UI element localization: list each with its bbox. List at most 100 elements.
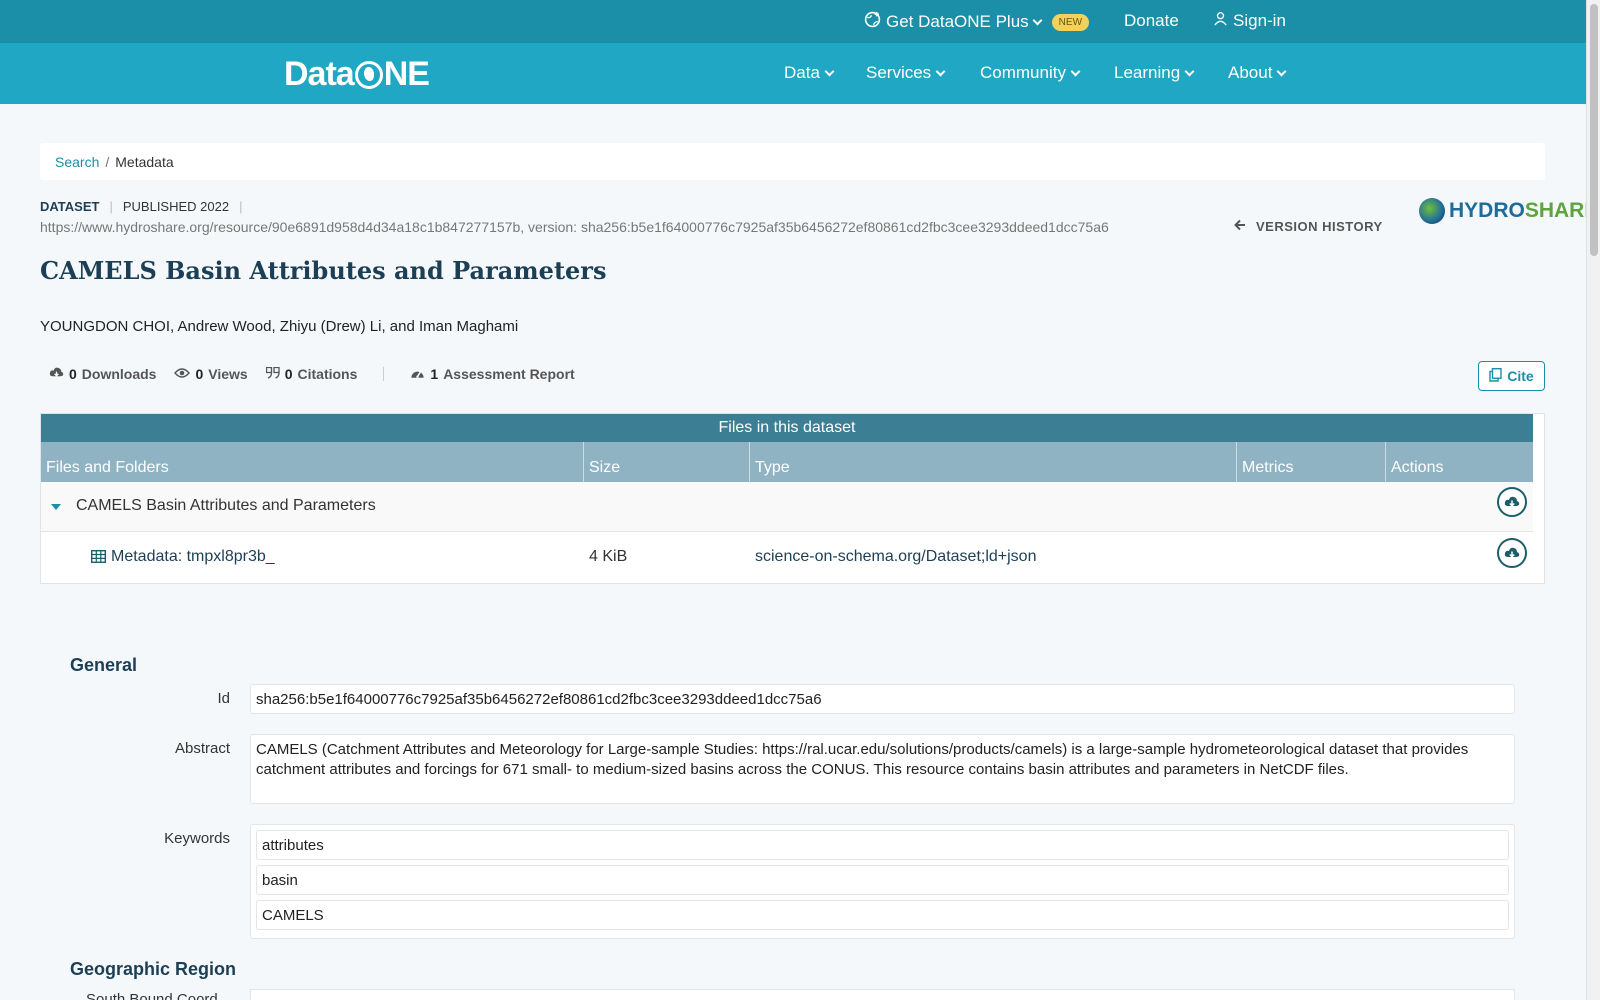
views-stat: 0 Views — [174, 366, 248, 382]
new-badge: NEW — [1051, 13, 1090, 31]
cloud-download-icon — [49, 366, 64, 382]
abstract-label: Abstract — [174, 740, 230, 757]
header-actions: Actions — [1391, 459, 1444, 476]
meta-divider: | — [239, 199, 243, 214]
get-dataone-plus-label: Get DataONE Plus — [886, 12, 1029, 31]
citations-label: Citations — [297, 366, 358, 382]
nav-services-label: Services — [866, 63, 932, 82]
views-count: 0 — [195, 366, 204, 382]
views-label: Views — [208, 366, 248, 382]
header-files-and-folders: Files and Folders — [41, 442, 584, 482]
chevron-down-icon — [1184, 66, 1195, 76]
nav-data-label: Data — [784, 63, 820, 82]
main-navigation: Data NE Data Services Community Learning… — [0, 43, 1586, 104]
eye-icon — [174, 366, 191, 382]
abstract-value: CAMELS (Catchment Attributes and Meteoro… — [250, 734, 1515, 804]
header-type: Type — [750, 442, 1237, 482]
nav-community-label: Community — [980, 63, 1066, 82]
dataset-type-label: DATASET — [40, 199, 100, 214]
dataset-url-version: https://www.hydroshare.org/resource/90e6… — [40, 219, 1109, 235]
downloads-count: 0 — [69, 366, 77, 382]
sign-in-label: Sign-in — [1233, 11, 1286, 30]
breadcrumb: Search / Metadata — [40, 143, 1545, 180]
download-file-button[interactable] — [1497, 538, 1527, 568]
hydroshare-logo[interactable]: HYDROSHARE — [1419, 198, 1598, 224]
keywords-list: attributes basin CAMELS — [250, 824, 1515, 939]
chevron-down-icon — [1276, 66, 1287, 76]
get-dataone-plus-menu[interactable]: Get DataONE Plus NEW — [864, 11, 1090, 33]
nav-community[interactable]: Community — [980, 63, 1081, 83]
breadcrumb-search[interactable]: Search — [55, 154, 99, 170]
id-label: Id — [217, 690, 230, 707]
hydroshare-logo-hydro: HYDRO — [1449, 199, 1525, 222]
logo-text-ne: NE — [383, 55, 430, 93]
nav-about[interactable]: About — [1228, 63, 1287, 83]
general-heading: General — [70, 655, 138, 675]
dataset-stats: 0 Downloads 0 Views 0 Citations 1 Assess… — [49, 366, 575, 382]
sign-in-link[interactable]: Sign-in — [1213, 11, 1286, 31]
folder-name[interactable]: CAMELS Basin Attributes and Parameters — [76, 497, 376, 515]
authors-list: YOUNGDON CHOI, Andrew Wood, Zhiyu (Drew)… — [40, 318, 519, 335]
geographic-region-heading: Geographic Region — [70, 959, 237, 979]
logo-text-data: Data — [284, 55, 355, 93]
version-history-label: VERSION HISTORY — [1256, 219, 1383, 234]
caret-down-icon[interactable] — [51, 504, 61, 510]
download-folder-button[interactable] — [1497, 487, 1527, 517]
globe-icon — [354, 60, 383, 89]
keyword-item: attributes — [256, 830, 1509, 860]
nav-learning[interactable]: Learning — [1114, 63, 1195, 83]
file-type: science-on-schema.org/Dataset;ld+json — [755, 548, 1037, 565]
citations-count: 0 — [284, 366, 293, 382]
top-utility-bar: Get DataONE Plus NEW Donate Sign-in — [0, 0, 1586, 43]
cloud-download-icon — [1504, 496, 1520, 507]
dataset-meta-line: DATASET | PUBLISHED 2022 | — [40, 199, 242, 214]
assessment-report-stat[interactable]: 1 Assessment Report — [410, 366, 575, 382]
nav-learning-label: Learning — [1114, 63, 1181, 82]
south-bound-coord-value — [250, 989, 1515, 1000]
downloads-label: Downloads — [81, 366, 157, 382]
chevron-down-icon — [1032, 15, 1043, 25]
cite-label: Cite — [1507, 368, 1534, 384]
header-size: Size — [584, 442, 750, 482]
quote-icon — [265, 366, 280, 382]
files-table-header: Files and Folders Size Type Metrics Acti… — [41, 442, 1533, 482]
chevron-down-icon — [935, 66, 946, 76]
file-name-link[interactable]: Metadata: tmpxl8pr3b_ — [111, 548, 275, 566]
meta-divider: | — [109, 199, 113, 214]
nav-services[interactable]: Services — [866, 63, 946, 83]
id-value: sha256:b5e1f64000776c7925af35b6456272ef8… — [250, 684, 1515, 714]
nav-data[interactable]: Data — [784, 63, 835, 83]
chevron-down-icon — [824, 66, 835, 76]
breadcrumb-current: Metadata — [115, 154, 174, 170]
keyword-item: basin — [256, 865, 1509, 895]
downloads-stat: 0 Downloads — [49, 366, 156, 382]
stats-divider — [383, 367, 385, 381]
file-size: 4 KiB — [589, 548, 628, 565]
table-row: Metadata: tmpxl8pr3b_ 4 KiB science-on-s… — [41, 533, 1533, 583]
table-icon — [90, 549, 107, 568]
donate-link[interactable]: Donate — [1124, 11, 1179, 31]
files-table-title: Files in this dataset — [41, 414, 1533, 442]
dataone-logo[interactable]: Data NE — [284, 55, 430, 94]
table-row: CAMELS Basin Attributes and Parameters — [41, 482, 1533, 532]
version-history-link[interactable]: VERSION HISTORY — [1234, 219, 1383, 234]
user-icon — [1213, 11, 1228, 31]
gauge-icon — [410, 366, 425, 382]
copy-icon — [1489, 367, 1502, 385]
cite-button[interactable]: Cite — [1478, 361, 1545, 391]
breadcrumb-separator: / — [105, 154, 110, 170]
assessment-count: 1 — [430, 366, 439, 382]
south-bound-coord-label: South Bound Coord — [86, 991, 218, 1000]
published-label: PUBLISHED 2022 — [122, 199, 230, 214]
nav-about-label: About — [1228, 63, 1273, 82]
page-title: CAMELS Basin Attributes and Parameters — [40, 256, 607, 285]
keyword-item: CAMELS — [256, 900, 1509, 930]
cloud-download-icon — [1504, 547, 1520, 558]
page-scrollbar[interactable] — [1586, 0, 1600, 1000]
files-table: Files in this dataset Files and Folders … — [40, 413, 1545, 584]
scrollbar-thumb[interactable] — [1590, 4, 1598, 256]
chevron-down-icon — [1070, 66, 1081, 76]
keywords-label: Keywords — [164, 830, 230, 847]
citations-stat: 0 Citations — [265, 366, 358, 382]
header-metrics: Metrics — [1237, 442, 1386, 482]
